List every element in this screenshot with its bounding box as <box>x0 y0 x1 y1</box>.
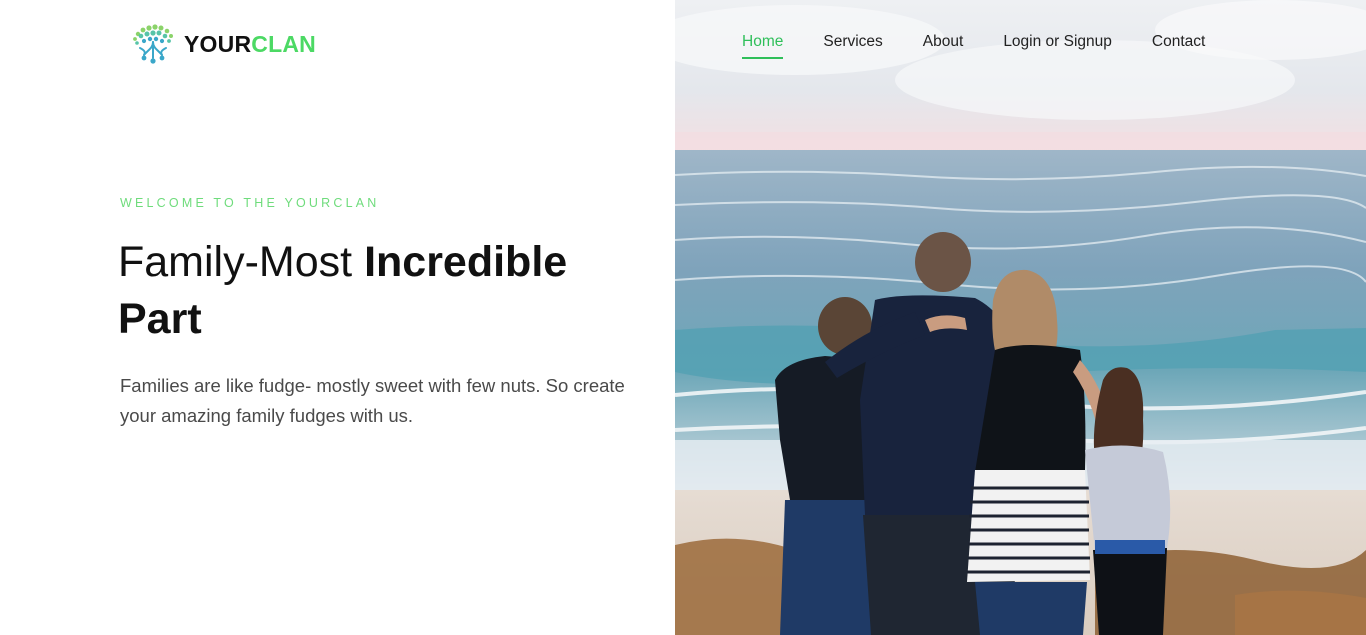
beach-photo-illustration <box>675 0 1366 635</box>
family-at-beach-photo: Home Services About Login or Signup Cont… <box>675 0 1366 635</box>
nav-services[interactable]: Services <box>823 33 882 57</box>
hero-left-panel: YOURCLAN WELCOME TO THE YOURCLAN Family-… <box>0 0 675 635</box>
brand-name-part1: YOUR <box>184 30 252 57</box>
brand-name-part2: CLAN <box>251 30 316 57</box>
hero-eyebrow: WELCOME TO THE YOURCLAN <box>120 196 380 210</box>
brand-logo[interactable]: YOURCLAN <box>128 22 316 66</box>
hero-title: Family-Most Incredible Part <box>118 234 658 348</box>
nav-login-signup[interactable]: Login or Signup <box>1003 33 1112 57</box>
nav-about[interactable]: About <box>923 33 964 57</box>
tree-logo-icon <box>133 24 173 64</box>
nav-home[interactable]: Home <box>742 33 784 59</box>
brand-name: YOURCLAN <box>184 30 316 57</box>
nav-contact[interactable]: Contact <box>1152 33 1205 57</box>
hero-lead: Families are like fudge- mostly sweet wi… <box>120 375 625 426</box>
hero-title-light: Family-Most <box>118 238 365 286</box>
main-nav: Home Services About Login or Signup Cont… <box>742 33 1205 59</box>
